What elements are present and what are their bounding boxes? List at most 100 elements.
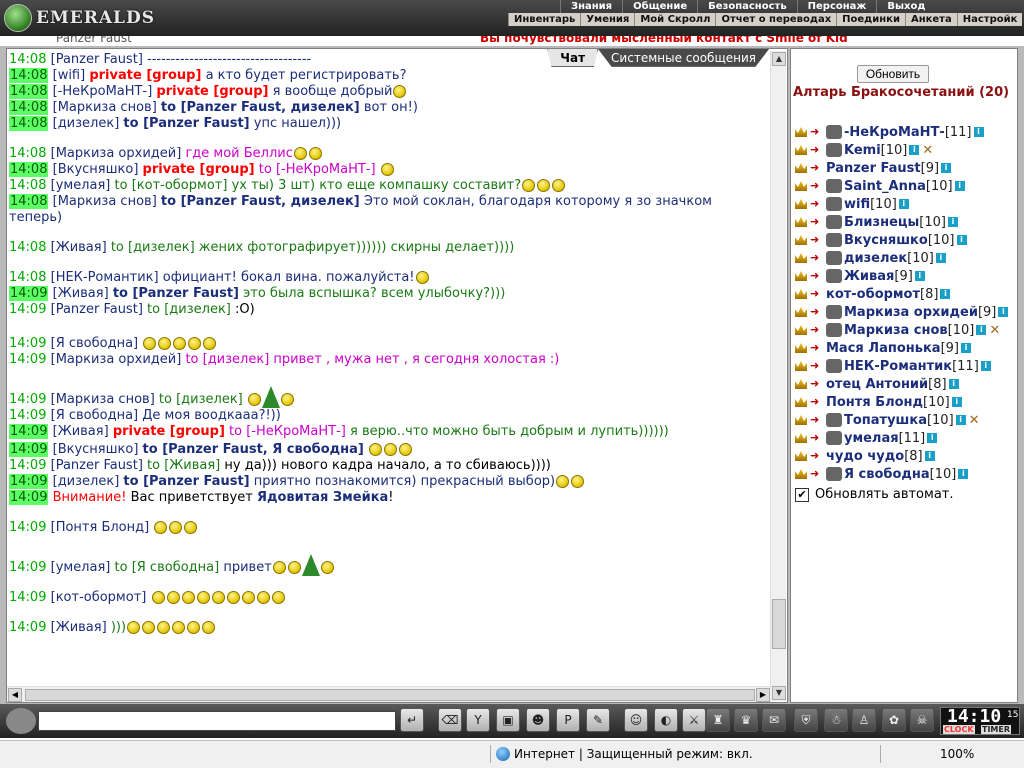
menu-social[interactable]: Общение [622, 0, 697, 13]
user-list-item[interactable]: ➜ wifi [10] i [795, 195, 1017, 213]
arrow-icon[interactable]: ➜ [810, 234, 822, 245]
crown-icon[interactable] [795, 397, 807, 407]
message-recipient[interactable]: to [кот-обормот] [115, 178, 228, 193]
exit-label[interactable]: EXIT [944, 696, 960, 704]
zoom-level[interactable]: 100% [940, 747, 974, 761]
clan-emblem-icon[interactable] [826, 215, 842, 229]
hscroll-thumb[interactable] [25, 689, 755, 701]
arrow-icon[interactable]: ➜ [810, 288, 822, 299]
scroll-icon[interactable]: ✉ [762, 708, 786, 732]
clan-emblem-icon[interactable] [826, 305, 842, 319]
user-list-item[interactable]: ➜ Saint_Anna [10] i [795, 177, 1017, 195]
user-name[interactable]: отец Антоний [826, 377, 928, 392]
smiley-icon[interactable]: ☺ [624, 708, 648, 732]
menu-knowledge[interactable]: Знания [560, 0, 622, 13]
user-list-item[interactable]: ➜ Понтя Блонд [10] i [795, 393, 1017, 411]
user-name[interactable]: Понтя Блонд [826, 395, 923, 410]
menu-battles[interactable]: Поединки [836, 13, 905, 26]
info-icon[interactable]: i [935, 253, 946, 263]
user-list-item[interactable]: ➜ чудо чудо [8] i [795, 447, 1017, 465]
user-name[interactable]: Вкусняшко [844, 233, 928, 248]
message-recipient[interactable]: to [Panzer Faust] [123, 474, 249, 489]
message-recipient[interactable]: to [Panzer Faust, Я свободна] [143, 442, 364, 457]
user-name[interactable]: wifi [844, 197, 870, 212]
scroll-thumb[interactable] [772, 599, 786, 649]
message-nick[interactable]: Понтя Блонд [56, 520, 144, 535]
group-icon[interactable]: ♙ [852, 708, 876, 732]
info-icon[interactable]: i [955, 415, 966, 425]
message-recipient[interactable]: to [Я свободна] [115, 560, 220, 575]
info-icon[interactable]: i [976, 325, 987, 335]
menu-character[interactable]: Персонаж [796, 0, 877, 13]
filter-icon[interactable]: Y [466, 708, 490, 732]
arrow-icon[interactable]: ➜ [810, 414, 822, 425]
user-name[interactable]: Маркиза орхидей [844, 305, 978, 320]
user-list-item[interactable]: ➜ Маркиза снов [10] i ✕ [795, 321, 1017, 339]
clan-emblem-icon[interactable] [826, 269, 842, 283]
bag-icon[interactable]: ♜ [706, 708, 730, 732]
tab-system-messages[interactable]: Системные сообщения [598, 49, 769, 67]
arrow-icon[interactable]: ➜ [810, 306, 822, 317]
refresh-button[interactable]: Обновить [857, 65, 929, 83]
crown-icon[interactable] [795, 343, 807, 353]
message-nick[interactable]: Маркиза снов [58, 100, 152, 115]
info-icon[interactable]: i [954, 181, 965, 191]
clan-emblem-icon[interactable] [826, 179, 842, 193]
user-list-item[interactable]: ➜ отец Антоний [8] i [795, 375, 1017, 393]
message-recipient[interactable]: to [-НеКроМаНТ-] [229, 424, 346, 439]
message-nick[interactable]: дизелек [58, 116, 115, 131]
message-nick[interactable]: Живая [58, 424, 104, 439]
message-recipient[interactable]: to [Panzer Faust] [123, 116, 249, 131]
crossed-swords-icon[interactable]: ✕ [989, 323, 1000, 338]
user-name[interactable]: Маркиза снов [844, 323, 948, 338]
avatar[interactable] [6, 708, 36, 734]
message-nick[interactable]: Panzer Faust [56, 52, 138, 67]
message-nick[interactable]: -НеКроМаНТ- [58, 84, 148, 99]
message-nick[interactable]: Живая [58, 286, 104, 301]
message-recipient[interactable]: to [-НеКроМаНТ-] [259, 162, 376, 177]
chat-vertical-scrollbar[interactable]: ▲ ▼ [770, 51, 786, 701]
save-icon[interactable]: ▣ [496, 708, 520, 732]
crown-icon[interactable] [795, 235, 807, 245]
crown-icon[interactable] [795, 361, 807, 371]
message-nick[interactable]: умелая [56, 560, 106, 575]
arrow-icon[interactable]: ➜ [810, 324, 822, 335]
user-list-item[interactable]: ➜ Живая [9] i [795, 267, 1017, 285]
crossed-swords-icon[interactable]: ✕ [922, 143, 933, 158]
crown-icon[interactable] [795, 433, 807, 443]
info-icon[interactable]: i [914, 271, 925, 281]
clan-emblem-icon[interactable] [826, 323, 842, 337]
info-icon[interactable]: i [941, 163, 952, 173]
crown-icon[interactable] [795, 379, 807, 389]
menu-profile[interactable]: Анкета [904, 13, 957, 26]
timer-button[interactable]: TIMER [981, 725, 1012, 734]
message-nick[interactable]: Маркиза снов [56, 392, 150, 407]
user-list-item[interactable]: ➜ НЕК-Романтик [11] i [795, 357, 1017, 375]
message-recipient[interactable]: to [Живая] [147, 458, 220, 473]
arrow-icon[interactable]: ➜ [810, 270, 822, 281]
menu-settings[interactable]: Настройк [956, 13, 1023, 26]
user-list-item[interactable]: ➜ Близнецы [10] i [795, 213, 1017, 231]
arrow-icon[interactable]: ➜ [810, 360, 822, 371]
user-list-item[interactable]: ➜ умелая [11] i [795, 429, 1017, 447]
message-input[interactable] [38, 711, 396, 731]
message-nick[interactable]: wifi [58, 68, 80, 83]
user-list-item[interactable]: ➜ Топатушка [10] i ✕ [795, 411, 1017, 429]
eraser-icon[interactable]: ⌫ [438, 708, 462, 732]
auto-refresh-checkbox[interactable]: ✔ [795, 487, 809, 502]
arrow-icon[interactable]: ➜ [810, 198, 822, 209]
menu-skills[interactable]: Умения [580, 13, 634, 26]
user-name[interactable]: чудо чудо [826, 449, 904, 464]
private-tag[interactable]: private [group] [156, 84, 268, 99]
crown-icon[interactable] [795, 289, 807, 299]
private-tag[interactable]: private [group] [113, 424, 225, 439]
send-icon[interactable]: ↵ [400, 708, 424, 732]
clan-emblem-icon[interactable] [826, 413, 842, 427]
clan-emblem-icon[interactable] [826, 359, 842, 373]
shield-icon[interactable]: ⛨ [794, 708, 818, 732]
crown-icon[interactable] [795, 127, 807, 137]
crown-icon[interactable] [795, 199, 807, 209]
user-list-item[interactable]: ➜ кот-обормот [8] i [795, 285, 1017, 303]
message-bold-name[interactable]: Ядовитая Змейка [257, 490, 388, 505]
scroll-down-icon[interactable]: ▼ [772, 686, 786, 700]
